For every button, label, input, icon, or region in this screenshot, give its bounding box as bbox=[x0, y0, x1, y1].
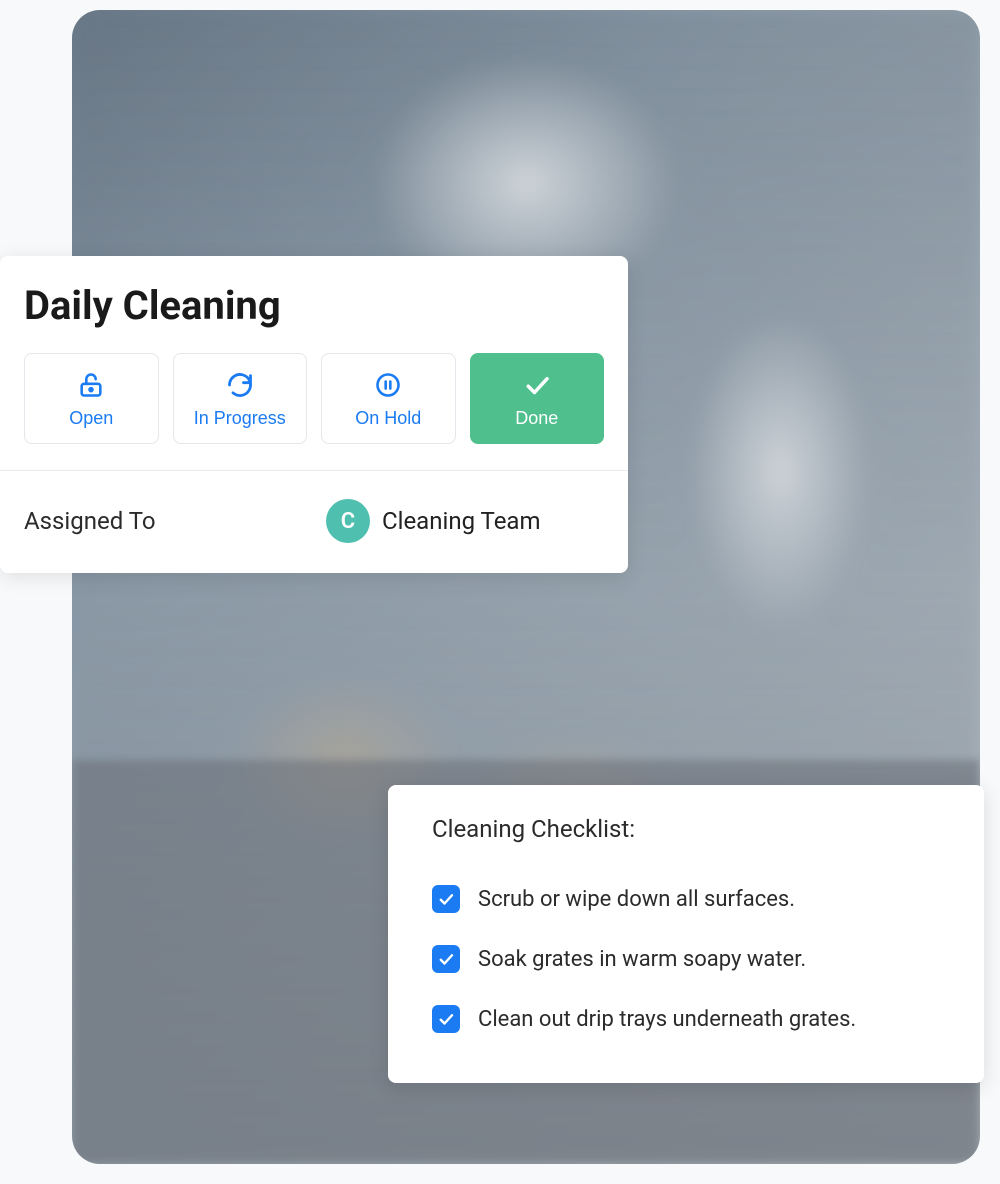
status-done-button[interactable]: Done bbox=[470, 353, 605, 444]
status-open-button[interactable]: Open bbox=[24, 353, 159, 444]
checkbox-1[interactable] bbox=[432, 885, 460, 913]
checklist-item: Soak grates in warm soapy water. bbox=[432, 929, 954, 989]
checkbox-2[interactable] bbox=[432, 945, 460, 973]
checklist-title: Cleaning Checklist: bbox=[432, 815, 954, 843]
checklist-card: Cleaning Checklist: Scrub or wipe down a… bbox=[388, 785, 984, 1083]
checklist-item-1-label: Scrub or wipe down all surfaces. bbox=[478, 887, 795, 912]
assignee-name: Cleaning Team bbox=[382, 507, 541, 535]
status-open-label: Open bbox=[69, 408, 113, 429]
task-card: Daily Cleaning Open In Progress bbox=[0, 256, 628, 573]
checklist-item: Scrub or wipe down all surfaces. bbox=[432, 869, 954, 929]
assignee-avatar[interactable]: C bbox=[326, 499, 370, 543]
check-icon bbox=[522, 370, 552, 400]
status-in-progress-label: In Progress bbox=[194, 408, 286, 429]
status-in-progress-button[interactable]: In Progress bbox=[173, 353, 308, 444]
unlock-icon bbox=[76, 370, 106, 400]
status-buttons-row: Open In Progress On Hold bbox=[0, 335, 628, 470]
pause-circle-icon bbox=[373, 370, 403, 400]
refresh-icon bbox=[225, 370, 255, 400]
task-title: Daily Cleaning bbox=[0, 256, 628, 335]
status-done-label: Done bbox=[515, 408, 558, 429]
checkbox-3[interactable] bbox=[432, 1005, 460, 1033]
checklist-item: Clean out drip trays underneath grates. bbox=[432, 989, 954, 1049]
status-on-hold-label: On Hold bbox=[355, 408, 421, 429]
status-on-hold-button[interactable]: On Hold bbox=[321, 353, 456, 444]
checklist-item-3-label: Clean out drip trays underneath grates. bbox=[478, 1007, 856, 1032]
assigned-to-label: Assigned To bbox=[24, 507, 314, 535]
assigned-to-row: Assigned To C Cleaning Team bbox=[0, 470, 628, 573]
checklist-item-2-label: Soak grates in warm soapy water. bbox=[478, 947, 806, 972]
